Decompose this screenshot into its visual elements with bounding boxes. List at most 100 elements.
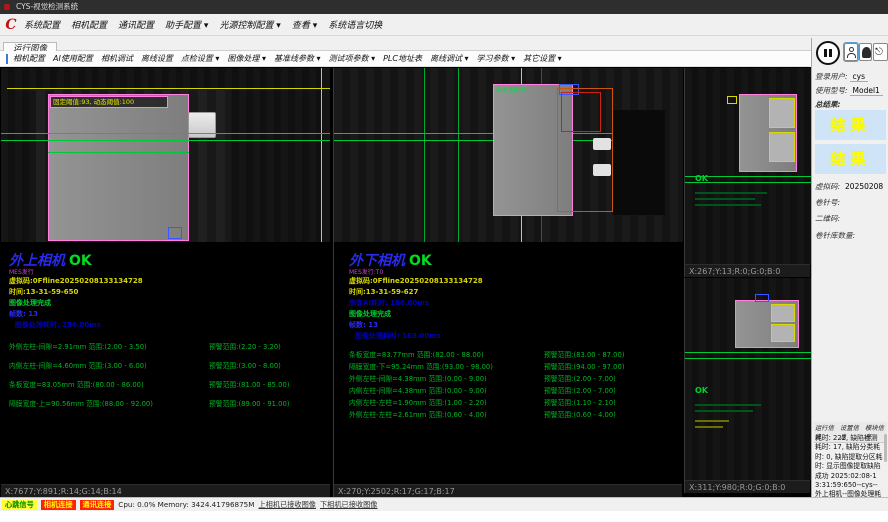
log-scrollbar[interactable] <box>884 434 887 462</box>
user-button[interactable] <box>844 43 858 61</box>
measurement-row: 内侧左柱-间隙=4.60mm 范围:(3.00 - 6.00) 预警范围:(3.… <box>9 360 339 370</box>
measure-text: 隔膜宽度-下=95.24mm 范围:(93.00 - 98.00) <box>349 363 493 371</box>
title-bar: CYS-视觉检测系统 <box>0 0 888 14</box>
process-done-line: 图像处理完成 <box>9 298 51 308</box>
camera-image-outer-bottom[interactable]: AI处理图像 <box>334 68 683 242</box>
measurement-row: 隔膜宽度-下=95.24mm 范围:(93.00 - 98.00) 预警范围:(… <box>349 361 679 371</box>
result-display-top: 结果 <box>815 110 886 140</box>
menu-item-comm-config[interactable]: 通讯配置 <box>118 18 154 31</box>
model-row: 使用型号:Model1 <box>815 85 887 96</box>
stock-label: 卷针库数量: <box>815 231 855 240</box>
login-user-row: 登录用户:cys <box>815 71 887 82</box>
mes-line: MES发行 <box>9 267 34 276</box>
measure-warn: 预警范围:(2.00 - 7.00) <box>544 385 616 395</box>
time-line: 时间:13-31-59-650 <box>9 287 78 297</box>
login-user-label: 登录用户: <box>815 72 848 81</box>
camera-image-side-bottom[interactable]: OK <box>685 278 811 480</box>
tool-camera-config[interactable]: 相机配置 <box>13 53 45 64</box>
frame-count-line: 帧数: 13 <box>349 320 378 330</box>
pause-button[interactable] <box>816 41 840 65</box>
barcode-line: 虚拟码:0Ffline20250208133134728 <box>349 276 483 286</box>
measurement-row: 隔膜宽度-上=90.56mm 范围:(88.00 - 92.00) 预警范围:(… <box>9 398 339 408</box>
yellow-feature-box-2 <box>771 324 795 342</box>
tool-spotcheck-settings[interactable]: 点检设置 ▾ <box>181 53 220 64</box>
mes-line: MES发行:T0 <box>349 267 383 276</box>
tool-offline-settings[interactable]: 离线设置 <box>141 53 173 64</box>
yellow-baseline-v <box>321 68 322 242</box>
menu-item-view[interactable]: 查看 ▾ <box>292 18 317 31</box>
toolbar-accent <box>6 54 8 64</box>
measure-warn: 预警范围:(94.00 - 97.00) <box>544 361 624 371</box>
comm-connect-badge: 通讯连接 <box>80 500 115 510</box>
measure-warn: 预警范围:(0.60 - 4.00) <box>544 409 616 419</box>
camera-view-outer-bottom[interactable]: AI处理图像 外下相机OK MES发行:T0 虚拟码:0Ffline202502… <box>333 68 682 497</box>
cam-top-status: 上相机已接收图像 <box>258 500 316 510</box>
tool-offline-debug[interactable]: 离线调试 ▾ <box>430 53 469 64</box>
total-result-text: 总结果: <box>815 100 841 109</box>
measure-text: 隔膜宽度-上=90.56mm 范围:(88.00 - 92.00) <box>9 400 153 408</box>
green-guide-v2 <box>458 68 459 242</box>
user-solid-icon <box>862 47 871 58</box>
dark-cavity <box>613 110 665 215</box>
menu-item-language[interactable]: 系统语言切换 <box>328 18 382 31</box>
heartbeat-status-badge: 心跳信号 <box>2 500 37 510</box>
elapsed-line: 图像处理耗时: 256.00ms <box>15 320 101 330</box>
camera-image-outer-top[interactable]: 固定阈值:93, 动态阈值:100 <box>1 68 330 242</box>
tool-baseline-params[interactable]: 基准线参数 ▾ <box>274 53 321 64</box>
measure-warn: 预警范围:(81.00 - 85.00) <box>209 379 289 389</box>
green-measure-line-2 <box>685 358 811 359</box>
camera-view-outer-top[interactable]: 固定阈值:93, 动态阈值:100 外上相机OK MES发行 虚拟码:0Ffli… <box>1 68 330 497</box>
user-outline-icon <box>847 53 856 58</box>
measurement-row: 外侧左柱-左柱=2.61mm 范围:(0.60 - 4.00) 预警范围:(0.… <box>349 409 679 419</box>
tab-connector <box>188 112 216 138</box>
pause-icon <box>824 49 827 57</box>
menu-item-light-config[interactable]: 光源控制配置 ▾ <box>219 18 280 31</box>
account-button[interactable] <box>859 43 872 61</box>
tool-learn-params[interactable]: 学习参数 ▾ <box>477 53 516 64</box>
tool-image-processing[interactable]: 图像处理 ▾ <box>227 53 266 64</box>
measure-warn: 预警范围:(3.00 - 8.00) <box>209 360 281 370</box>
login-user-value: cys <box>850 72 868 82</box>
measurement-row: 条板宽度=83.05mm 范围:(80.00 - 86.00) 预警范围:(81… <box>9 379 339 389</box>
tool-plc-address[interactable]: PLC地址表 <box>383 53 422 64</box>
tiny-text-line <box>695 410 753 412</box>
camera-view-side-top[interactable]: OK X:267;Y:13;R:0;G:0;B:0 <box>684 68 810 277</box>
green-measure-line-3 <box>48 152 189 153</box>
toolbar: 相机配置 AI使用配置 相机调试 离线设置 点检设置 ▾ 图像处理 ▾ 基准线参… <box>0 51 810 67</box>
status-ok: OK <box>69 253 92 269</box>
needle-row: 卷针号: <box>815 197 887 208</box>
cam-bottom-status: 下相机已接收图像 <box>320 500 378 510</box>
menu-item-assist-config[interactable]: 助手配置 ▾ <box>165 18 208 31</box>
model-value: Model1 <box>850 86 883 96</box>
menu-item-system-config[interactable]: 系统配置 <box>24 18 60 31</box>
status-ok: OK <box>695 174 708 183</box>
pixel-coords-readout: X:267;Y:13;R:0;G:0;B:0 <box>685 264 810 277</box>
menu-item-camera-config[interactable]: 相机配置 <box>71 18 107 31</box>
measure-warn: 预警范围:(83.00 - 87.00) <box>544 349 624 359</box>
logout-button[interactable]: ⎋ <box>873 43 888 61</box>
measurement-row: 外侧左柱-间隙=4.38mm 范围:(0.00 - 9.00) 预警范围:(2.… <box>349 373 679 383</box>
tool-camera-debug[interactable]: 相机调试 <box>101 53 133 64</box>
tool-other-settings[interactable]: 其它设置 ▾ <box>523 53 562 64</box>
measure-text: 外侧左柱-间隙=2.91mm 范围:(2.00 - 3.50) <box>9 343 147 351</box>
tool-test-params[interactable]: 测试项参数 ▾ <box>329 53 376 64</box>
vcode-row: 虚拟码:20250208 <box>815 181 887 192</box>
result-display-bottom: 结果 <box>815 144 886 174</box>
barcode-line: 虚拟码:0Ffline20250208133134728 <box>9 276 143 286</box>
cpu-memory-readout: Cpu: 0.0% Memory: 3424.41796875M <box>118 500 254 509</box>
ai-process-label: AI处理图像 <box>496 85 526 94</box>
vcode-label: 虚拟码: <box>815 182 840 191</box>
measure-warn: 预警范围:(89.00 - 91.00) <box>209 398 289 408</box>
tiny-text-line <box>695 192 767 194</box>
tool-ai-config[interactable]: AI使用配置 <box>53 53 93 64</box>
green-measure-line-1 <box>1 133 330 134</box>
bright-feature-2 <box>593 164 611 176</box>
green-measure-line-2 <box>1 140 330 141</box>
measure-warn: 预警范围:(2.00 - 7.00) <box>544 373 616 383</box>
vcode-value: 20250208 <box>842 182 886 191</box>
camera-image-side-top[interactable]: OK <box>685 68 811 264</box>
measure-text: 外侧左柱-间隙=4.38mm 范围:(0.00 - 9.00) <box>349 375 487 383</box>
camera-view-side-bottom[interactable]: OK X:311;Y:980;R:0;G:0;B:0 <box>684 278 810 493</box>
measure-text: 内侧左柱-间隙=4.60mm 范围:(3.00 - 6.00) <box>9 362 147 370</box>
threshold-label: 固定阈值:93, 动态阈值:100 <box>50 96 168 108</box>
